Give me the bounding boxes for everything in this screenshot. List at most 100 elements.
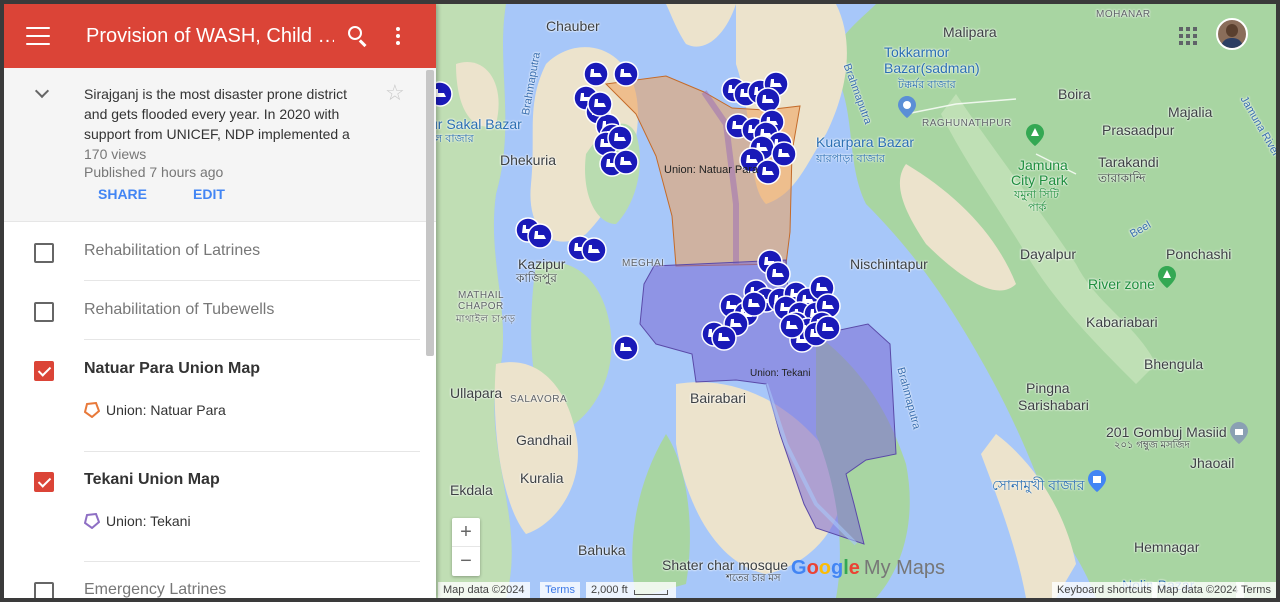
layer-natuar-para-union-map: Natuar Para Union Map Union: Natuar Para	[4, 340, 436, 452]
place-raghunathpur: RAGHUNATHPUR	[922, 118, 1012, 129]
place-jamuna-park-1: Jamuna	[1018, 157, 1068, 173]
place-gombuj-bn: ২০১ গম্বুজ মসজিদ	[1114, 440, 1190, 451]
mosque-pin-icon[interactable]	[1230, 422, 1248, 444]
place-gandhail: Gandhail	[516, 432, 573, 448]
map-data-attribution-2: Map data ©2024	[1152, 582, 1244, 598]
place-tokkarmor-bn: টক্কর্মর বাজার	[898, 79, 956, 91]
star-icon[interactable]: ☆	[385, 80, 405, 106]
layer-title[interactable]: Tekani Union Map	[84, 471, 220, 489]
place-prasaadpur: Prasaadpur	[1102, 122, 1175, 138]
place-kuarpara: Kuarpara Bazar	[816, 134, 915, 150]
layer-title[interactable]: Emergency Latrines	[84, 581, 226, 598]
place-jamuna-park-bn-2: পার্ক	[1028, 202, 1047, 214]
place-sarishabari: Sarishabari	[1018, 397, 1089, 413]
layer-rehabilitation-latrines: Rehabilitation of Latrines	[4, 222, 436, 281]
latrine-marker[interactable]	[581, 237, 607, 263]
place-sonamukhi-bn: সোনামুখী বাজার	[992, 477, 1085, 493]
place-dayalpur: Dayalpur	[1020, 246, 1077, 262]
panel-header: Provision of WASH, Child …	[4, 4, 436, 68]
place-malipara: Malipara	[943, 24, 997, 40]
place-bairabari: Bairabari	[690, 390, 747, 406]
place-tarakandi: Tarakandi	[1098, 154, 1159, 170]
avatar[interactable]	[1216, 18, 1248, 50]
layer-title[interactable]: Rehabilitation of Latrines	[84, 242, 260, 260]
google-my-maps-logo: Google My Maps	[791, 557, 946, 579]
polygon-label-natuar-para: Union: Natuar Para	[664, 164, 759, 176]
place-river-zone: River zone	[1088, 276, 1155, 292]
layer-checkbox[interactable]	[34, 582, 54, 598]
place-bhengula: Bhengula	[1144, 356, 1204, 372]
layer-checkbox[interactable]	[34, 302, 54, 322]
latrine-marker[interactable]	[607, 125, 633, 151]
latrine-marker[interactable]	[711, 325, 737, 351]
park-pin-icon-2[interactable]	[1158, 266, 1176, 288]
zoom-in-button[interactable]: +	[452, 518, 480, 547]
view-count: 170 views	[84, 146, 147, 162]
place-nischintapur: Nischintapur	[850, 256, 928, 272]
latrine-marker[interactable]	[815, 315, 841, 341]
more-options-icon[interactable]	[396, 27, 400, 45]
poi-pin-icon[interactable]	[898, 96, 916, 118]
latrine-marker[interactable]	[613, 61, 639, 87]
layer-emergency-latrines: Emergency Latrines	[4, 561, 436, 598]
chevron-down-icon[interactable]	[34, 83, 50, 99]
place-mohanar: MOHANAR	[1096, 9, 1151, 20]
polygon-icon	[84, 513, 100, 529]
layer-checkbox[interactable]	[34, 472, 54, 492]
share-button[interactable]: SHARE	[98, 186, 147, 202]
edit-button[interactable]: EDIT	[193, 186, 225, 202]
map-title[interactable]: Provision of WASH, Child …	[86, 25, 334, 48]
zoom-control: + −	[452, 518, 480, 576]
apps-grid-icon[interactable]	[1179, 27, 1197, 45]
place-tarakandi-bn: তারাকান্দি	[1098, 171, 1146, 185]
place-kazipur-bn: কাজিপুর	[516, 271, 557, 285]
place-majalia: Majalia	[1168, 104, 1213, 120]
place-mathail-1: MATHAIL	[458, 290, 505, 301]
place-shater-bn: শতের চার মস	[726, 573, 781, 584]
polygon-icon	[84, 402, 100, 418]
published-time: Published 7 hours ago	[84, 164, 224, 180]
search-icon[interactable]	[348, 26, 368, 47]
place-salavora: SALAVORA	[510, 394, 568, 405]
latrine-marker[interactable]	[583, 61, 609, 87]
latrine-marker[interactable]	[755, 87, 781, 113]
place-sakal-bn: ল বাজার	[434, 133, 474, 145]
latrine-marker[interactable]	[755, 159, 781, 185]
place-chauber: Chauber	[546, 18, 600, 34]
place-mathail-2: CHAPOR	[458, 301, 504, 312]
map-canvas[interactable]: Chauber Malipara MOHANAR Tokkarmor Bazar…	[430, 4, 1276, 598]
zoom-out-button[interactable]: −	[452, 547, 480, 576]
latrine-marker[interactable]	[613, 335, 639, 361]
place-ullapara: Ullapara	[450, 385, 503, 401]
layer-title[interactable]: Natuar Para Union Map	[84, 360, 260, 378]
feature-label: Union: Natuar Para	[106, 402, 226, 418]
latrine-marker[interactable]	[741, 291, 767, 317]
place-mathail-bn: মাথাইল চাপড়	[456, 314, 516, 325]
latrine-marker[interactable]	[779, 313, 805, 339]
place-pingna: Pingna	[1026, 380, 1070, 396]
place-kuarpara-bn: য়ারপাড়া বাজার	[816, 153, 885, 165]
map-description: Sirajganj is the most disaster prone dis…	[84, 86, 350, 142]
place-jhaoail: Jhaoail	[1190, 455, 1235, 471]
place-ponchashi: Ponchashi	[1166, 246, 1232, 262]
menu-icon[interactable]	[26, 27, 50, 45]
latrine-marker[interactable]	[765, 261, 791, 287]
terms-link-2[interactable]: Terms	[1236, 582, 1276, 598]
place-boira: Boira	[1058, 86, 1091, 102]
feature-item[interactable]: Union: Natuar Para	[84, 402, 226, 418]
shopping-pin-icon[interactable]	[1088, 470, 1106, 492]
left-panel: Provision of WASH, Child … Sirajganj is …	[4, 4, 436, 598]
park-pin-icon[interactable]	[1026, 124, 1044, 146]
keyboard-shortcuts-link[interactable]: Keyboard shortcuts	[1052, 582, 1157, 598]
latrine-marker[interactable]	[527, 223, 553, 249]
layer-title[interactable]: Rehabilitation of Tubewells	[84, 301, 274, 319]
layer-checkbox[interactable]	[34, 243, 54, 263]
layer-checkbox[interactable]	[34, 361, 54, 381]
panel-scrollbar[interactable]	[426, 70, 434, 356]
feature-item[interactable]: Union: Tekani	[84, 513, 191, 529]
scale-bar	[634, 590, 668, 595]
latrine-marker[interactable]	[587, 91, 613, 117]
terms-link[interactable]: Terms	[540, 582, 580, 598]
latrine-marker[interactable]	[613, 149, 639, 175]
latrine-marker[interactable]	[436, 81, 453, 107]
